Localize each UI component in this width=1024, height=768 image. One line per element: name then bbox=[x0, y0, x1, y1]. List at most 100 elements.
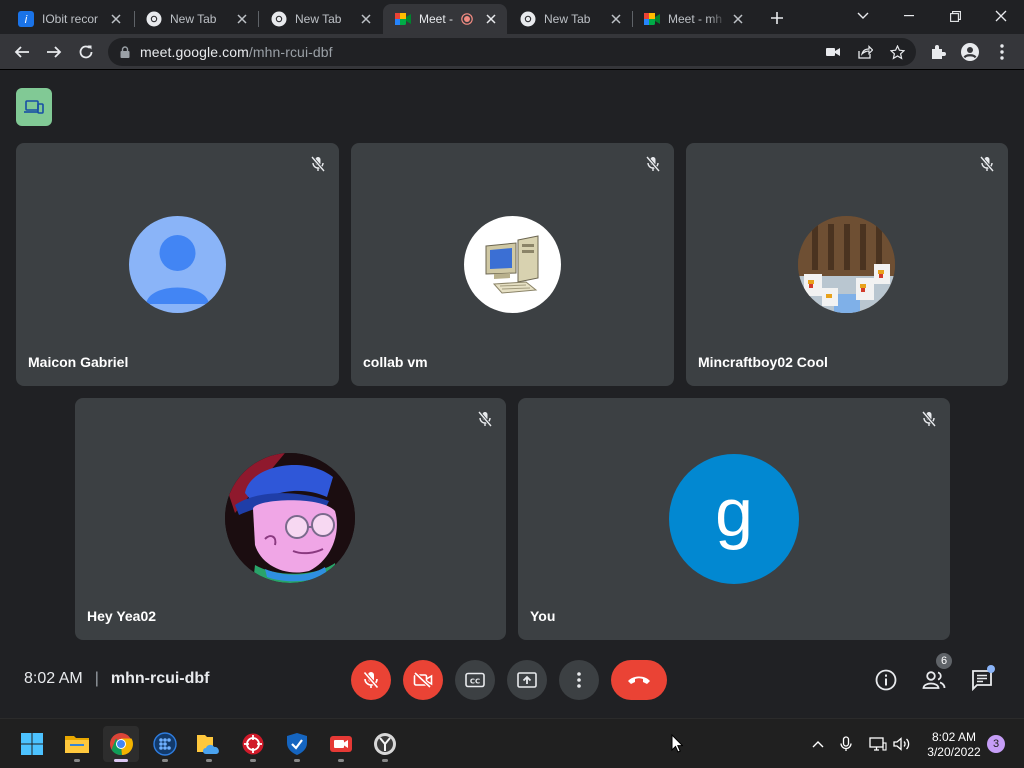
volume-icon[interactable] bbox=[892, 734, 912, 754]
meeting-info-button[interactable] bbox=[871, 665, 901, 695]
participant-tile[interactable]: collab vm bbox=[351, 143, 674, 386]
taskbar-chrome[interactable] bbox=[103, 726, 139, 762]
toggle-microphone-button[interactable] bbox=[351, 660, 391, 700]
tab-title: New Tab bbox=[544, 12, 591, 26]
participant-name: Hey Yea02 bbox=[87, 608, 157, 624]
closed-captions-icon: CC bbox=[465, 672, 485, 688]
mic-off-icon bbox=[920, 410, 938, 428]
computer-avatar bbox=[464, 216, 561, 313]
meet-icon bbox=[644, 11, 660, 27]
mic-off-icon bbox=[476, 410, 494, 428]
microphone-tray-icon[interactable] bbox=[836, 734, 856, 754]
chevron-down-icon bbox=[857, 12, 869, 19]
participant-tile[interactable]: Maicon Gabriel bbox=[16, 143, 339, 386]
profile-button[interactable] bbox=[956, 38, 984, 66]
tab-search-button[interactable] bbox=[840, 0, 886, 32]
taskbar-file-explorer[interactable] bbox=[59, 726, 95, 762]
meet-icon bbox=[395, 11, 411, 27]
chrome-menu-button[interactable] bbox=[988, 38, 1016, 66]
windows-taskbar: 8:02 AM 3/20/2022 3 bbox=[0, 718, 1024, 768]
taskbar-time: 8:02 AM bbox=[931, 730, 977, 744]
shield-check-icon bbox=[287, 733, 307, 755]
back-button[interactable] bbox=[8, 38, 36, 66]
close-icon[interactable] bbox=[234, 11, 250, 27]
new-tab-button[interactable] bbox=[764, 6, 790, 30]
close-icon[interactable] bbox=[358, 11, 374, 27]
more-vert-icon bbox=[1000, 44, 1004, 60]
more-options-button[interactable] bbox=[559, 660, 599, 700]
address-bar[interactable]: meet.google.com/mhn-rcui-dbf bbox=[108, 38, 916, 66]
restore-button[interactable] bbox=[932, 0, 978, 32]
chat-notification-dot bbox=[987, 665, 995, 673]
browser-tab-active[interactable]: Meet - bbox=[383, 4, 507, 34]
participant-tile[interactable]: Hey Yea02 bbox=[75, 398, 506, 640]
notification-count-badge[interactable]: 3 bbox=[987, 735, 1005, 753]
browser-tab[interactable]: New Tab bbox=[259, 4, 382, 34]
screen-recorder-icon bbox=[330, 736, 352, 752]
browser-tab[interactable]: i IObit recor bbox=[6, 4, 132, 34]
extensions-button[interactable] bbox=[924, 38, 952, 66]
participant-count-badge: 6 bbox=[934, 651, 954, 671]
browser-tab[interactable]: New Tab bbox=[134, 4, 258, 34]
running-indicator bbox=[162, 759, 168, 762]
close-icon[interactable] bbox=[608, 11, 624, 27]
taskbar-iobit-app[interactable] bbox=[235, 726, 271, 762]
camera-icon[interactable] bbox=[822, 42, 844, 62]
hang-up-icon bbox=[628, 676, 650, 684]
chrome-icon bbox=[271, 11, 287, 27]
share-icon[interactable] bbox=[854, 42, 876, 62]
mic-off-icon bbox=[309, 155, 327, 173]
lock-icon bbox=[120, 46, 130, 58]
info-icon bbox=[875, 669, 897, 691]
leave-call-button[interactable] bbox=[611, 660, 667, 700]
windows-start-button[interactable] bbox=[14, 726, 50, 762]
camera-off-icon bbox=[413, 672, 433, 688]
taskbar-security-app[interactable] bbox=[279, 726, 315, 762]
browser-tab[interactable]: New Tab bbox=[508, 4, 632, 34]
minimize-button[interactable] bbox=[886, 0, 932, 32]
close-icon[interactable] bbox=[108, 11, 124, 27]
browser-tab-strip: i IObit recor New Tab New Tab Meet - New bbox=[0, 0, 1024, 34]
mouse-cursor-icon bbox=[671, 734, 683, 753]
url-path: /mhn-rcui-dbf bbox=[248, 44, 333, 60]
participant-tile[interactable]: Mincraftboy02 Cool bbox=[686, 143, 1008, 386]
show-hidden-icons-button[interactable] bbox=[808, 734, 828, 754]
onedrive-folder-icon bbox=[197, 735, 219, 754]
close-window-button[interactable] bbox=[978, 0, 1024, 32]
browser-tab[interactable]: Meet - mh bbox=[632, 4, 754, 34]
present-screen-button[interactable] bbox=[507, 660, 547, 700]
reload-icon bbox=[79, 45, 93, 59]
puzzle-icon bbox=[932, 45, 946, 59]
taskbar-clock-app[interactable] bbox=[367, 726, 403, 762]
chevron-up-icon bbox=[812, 741, 824, 748]
minecraft-chickens-avatar bbox=[798, 216, 895, 313]
network-icon[interactable] bbox=[868, 734, 888, 754]
bookmark-star-icon[interactable] bbox=[886, 42, 908, 62]
windows-start-icon bbox=[21, 733, 43, 755]
separator: | bbox=[94, 670, 99, 687]
forward-button[interactable] bbox=[40, 38, 68, 66]
arrow-right-icon bbox=[47, 46, 62, 58]
cartoon-character-avatar bbox=[225, 453, 355, 583]
reload-button[interactable] bbox=[72, 38, 100, 66]
running-indicator bbox=[250, 759, 256, 762]
participant-tile-self[interactable]: g You bbox=[518, 398, 950, 640]
taskbar-onedrive-folder[interactable] bbox=[191, 726, 227, 762]
chrome-icon bbox=[146, 11, 162, 27]
captions-button[interactable]: CC bbox=[455, 660, 495, 700]
running-indicator bbox=[114, 759, 128, 762]
toggle-camera-button[interactable] bbox=[403, 660, 443, 700]
taskbar-clock[interactable]: 8:02 AM 3/20/2022 bbox=[922, 730, 986, 760]
meeting-code: mhn-rcui-dbf bbox=[110, 670, 210, 687]
restore-icon bbox=[949, 10, 961, 22]
taskbar-screen-recorder[interactable] bbox=[323, 726, 359, 762]
clock-app-icon bbox=[374, 733, 396, 755]
meeting-details: 8:02 AM | mhn-rcui-dbf bbox=[24, 670, 210, 688]
close-icon[interactable] bbox=[483, 11, 499, 27]
tab-title: Meet - mh bbox=[668, 12, 723, 26]
running-indicator bbox=[338, 759, 344, 762]
layout-toggle-button[interactable] bbox=[16, 88, 52, 126]
close-icon[interactable] bbox=[730, 11, 746, 27]
participant-name: collab vm bbox=[363, 354, 428, 370]
taskbar-app-dots[interactable] bbox=[147, 726, 183, 762]
